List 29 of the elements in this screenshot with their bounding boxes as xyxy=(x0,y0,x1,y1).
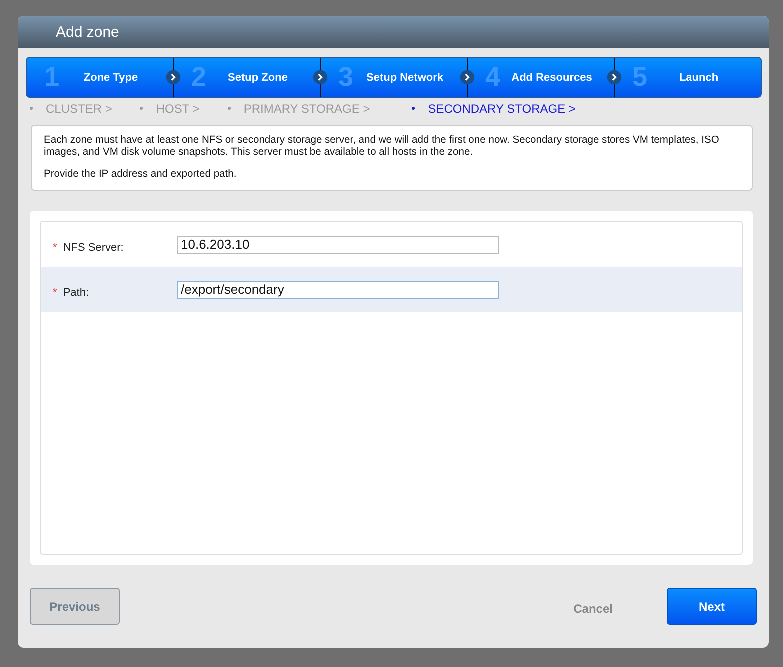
step-label: Add Resources xyxy=(510,72,594,84)
step-label: Setup Network xyxy=(365,72,444,84)
next-button[interactable]: Next xyxy=(667,588,757,625)
step-label: Setup Zone xyxy=(227,72,289,84)
required-mark: * xyxy=(53,286,58,298)
required-mark: * xyxy=(53,242,58,254)
bullet-icon xyxy=(140,107,144,110)
bullet-icon xyxy=(228,107,231,110)
input-field[interactable]: /export/secondary xyxy=(177,280,499,298)
substep: PRIMARY STORAGE > xyxy=(244,102,370,116)
input-field[interactable]: 10.6.203.10 xyxy=(177,236,499,254)
substep: HOST > xyxy=(156,102,200,116)
substep: SECONDARY STORAGE > xyxy=(428,102,576,116)
chevron-icon xyxy=(166,70,181,85)
chevron-icon xyxy=(607,70,622,85)
substep: CLUSTER > xyxy=(46,102,112,116)
bullet-icon xyxy=(30,107,33,110)
previous-button[interactable]: Previous xyxy=(30,588,120,625)
step-label: Zone Type xyxy=(82,72,140,84)
chevron-icon xyxy=(313,70,328,85)
cancel-button[interactable]: Cancel xyxy=(570,598,617,620)
field-label: Path: xyxy=(63,286,90,298)
description-text: Each zone must have at least one NFS or secondary storage server, and we will add the first one now. Secondary storage stores VM templates, ISO images, and VM disk volume snapshots. This server must be available to all hosts in the zone. xyxy=(44,135,720,159)
chevron-icon xyxy=(460,70,475,85)
field-label: NFS Server: xyxy=(63,242,124,254)
window-title: Add zone xyxy=(56,24,120,40)
description-text: Provide the IP address and exported path. xyxy=(44,169,238,181)
bullet-icon xyxy=(412,107,416,110)
step-label: Launch xyxy=(678,72,720,84)
